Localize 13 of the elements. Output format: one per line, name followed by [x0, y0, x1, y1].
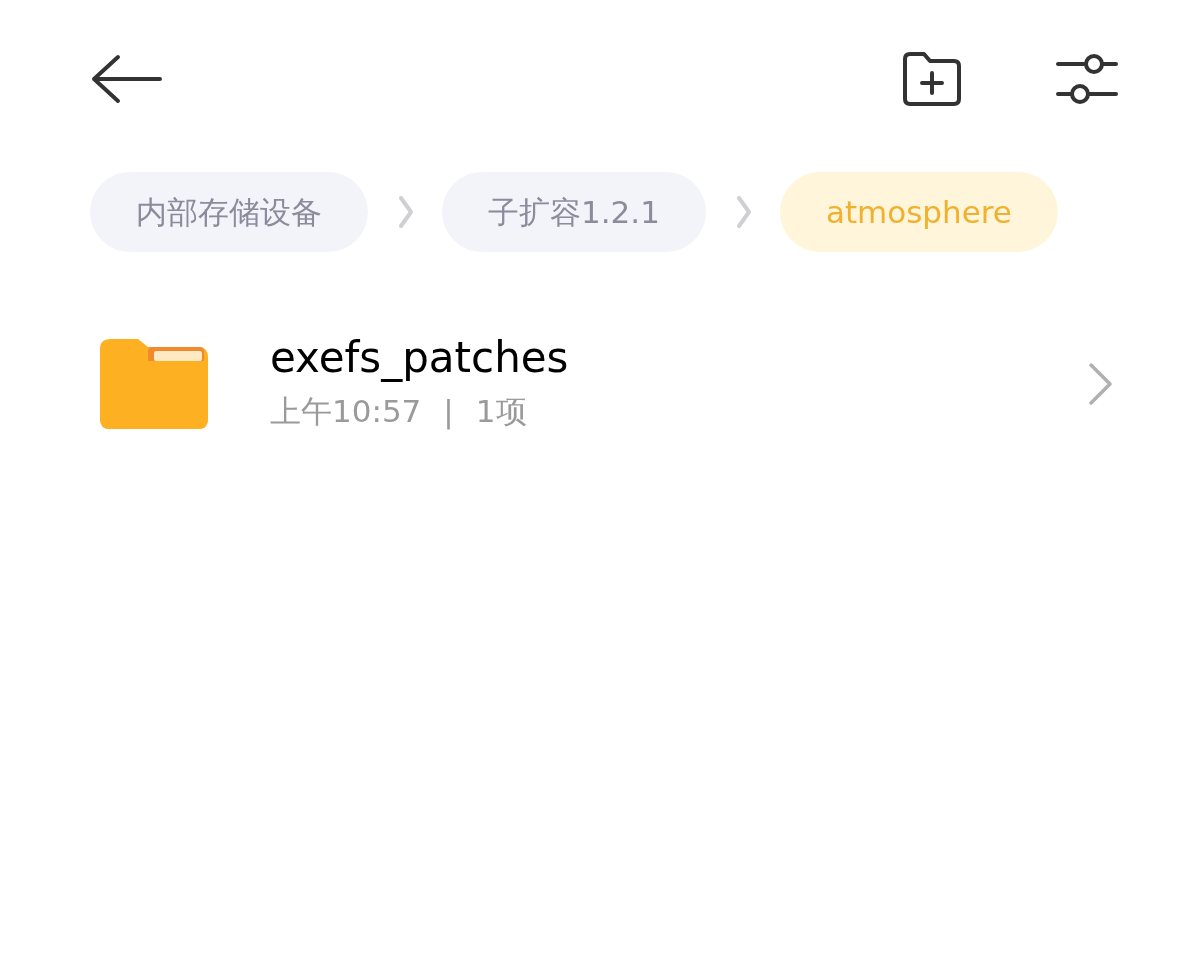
item-count: 1项	[475, 392, 527, 432]
chevron-icon	[735, 195, 752, 229]
folder-name: exefs_patches	[270, 334, 570, 383]
new-folder-icon[interactable]	[902, 51, 962, 107]
breadcrumb-item[interactable]: 内部存储设备	[90, 172, 368, 252]
folder-icon	[100, 339, 208, 430]
back-icon[interactable]	[90, 53, 162, 105]
folder-row[interactable]: exefs_patches 上午10:57 | 1项	[0, 252, 1200, 435]
meta-separator: |	[443, 392, 454, 432]
breadcrumb-item[interactable]: atmosphere	[779, 172, 1058, 252]
breadcrumb-item[interactable]: 子扩容1.2.1	[442, 172, 706, 252]
modified-time: 上午10:57	[270, 392, 422, 432]
chevron-icon	[398, 195, 414, 229]
